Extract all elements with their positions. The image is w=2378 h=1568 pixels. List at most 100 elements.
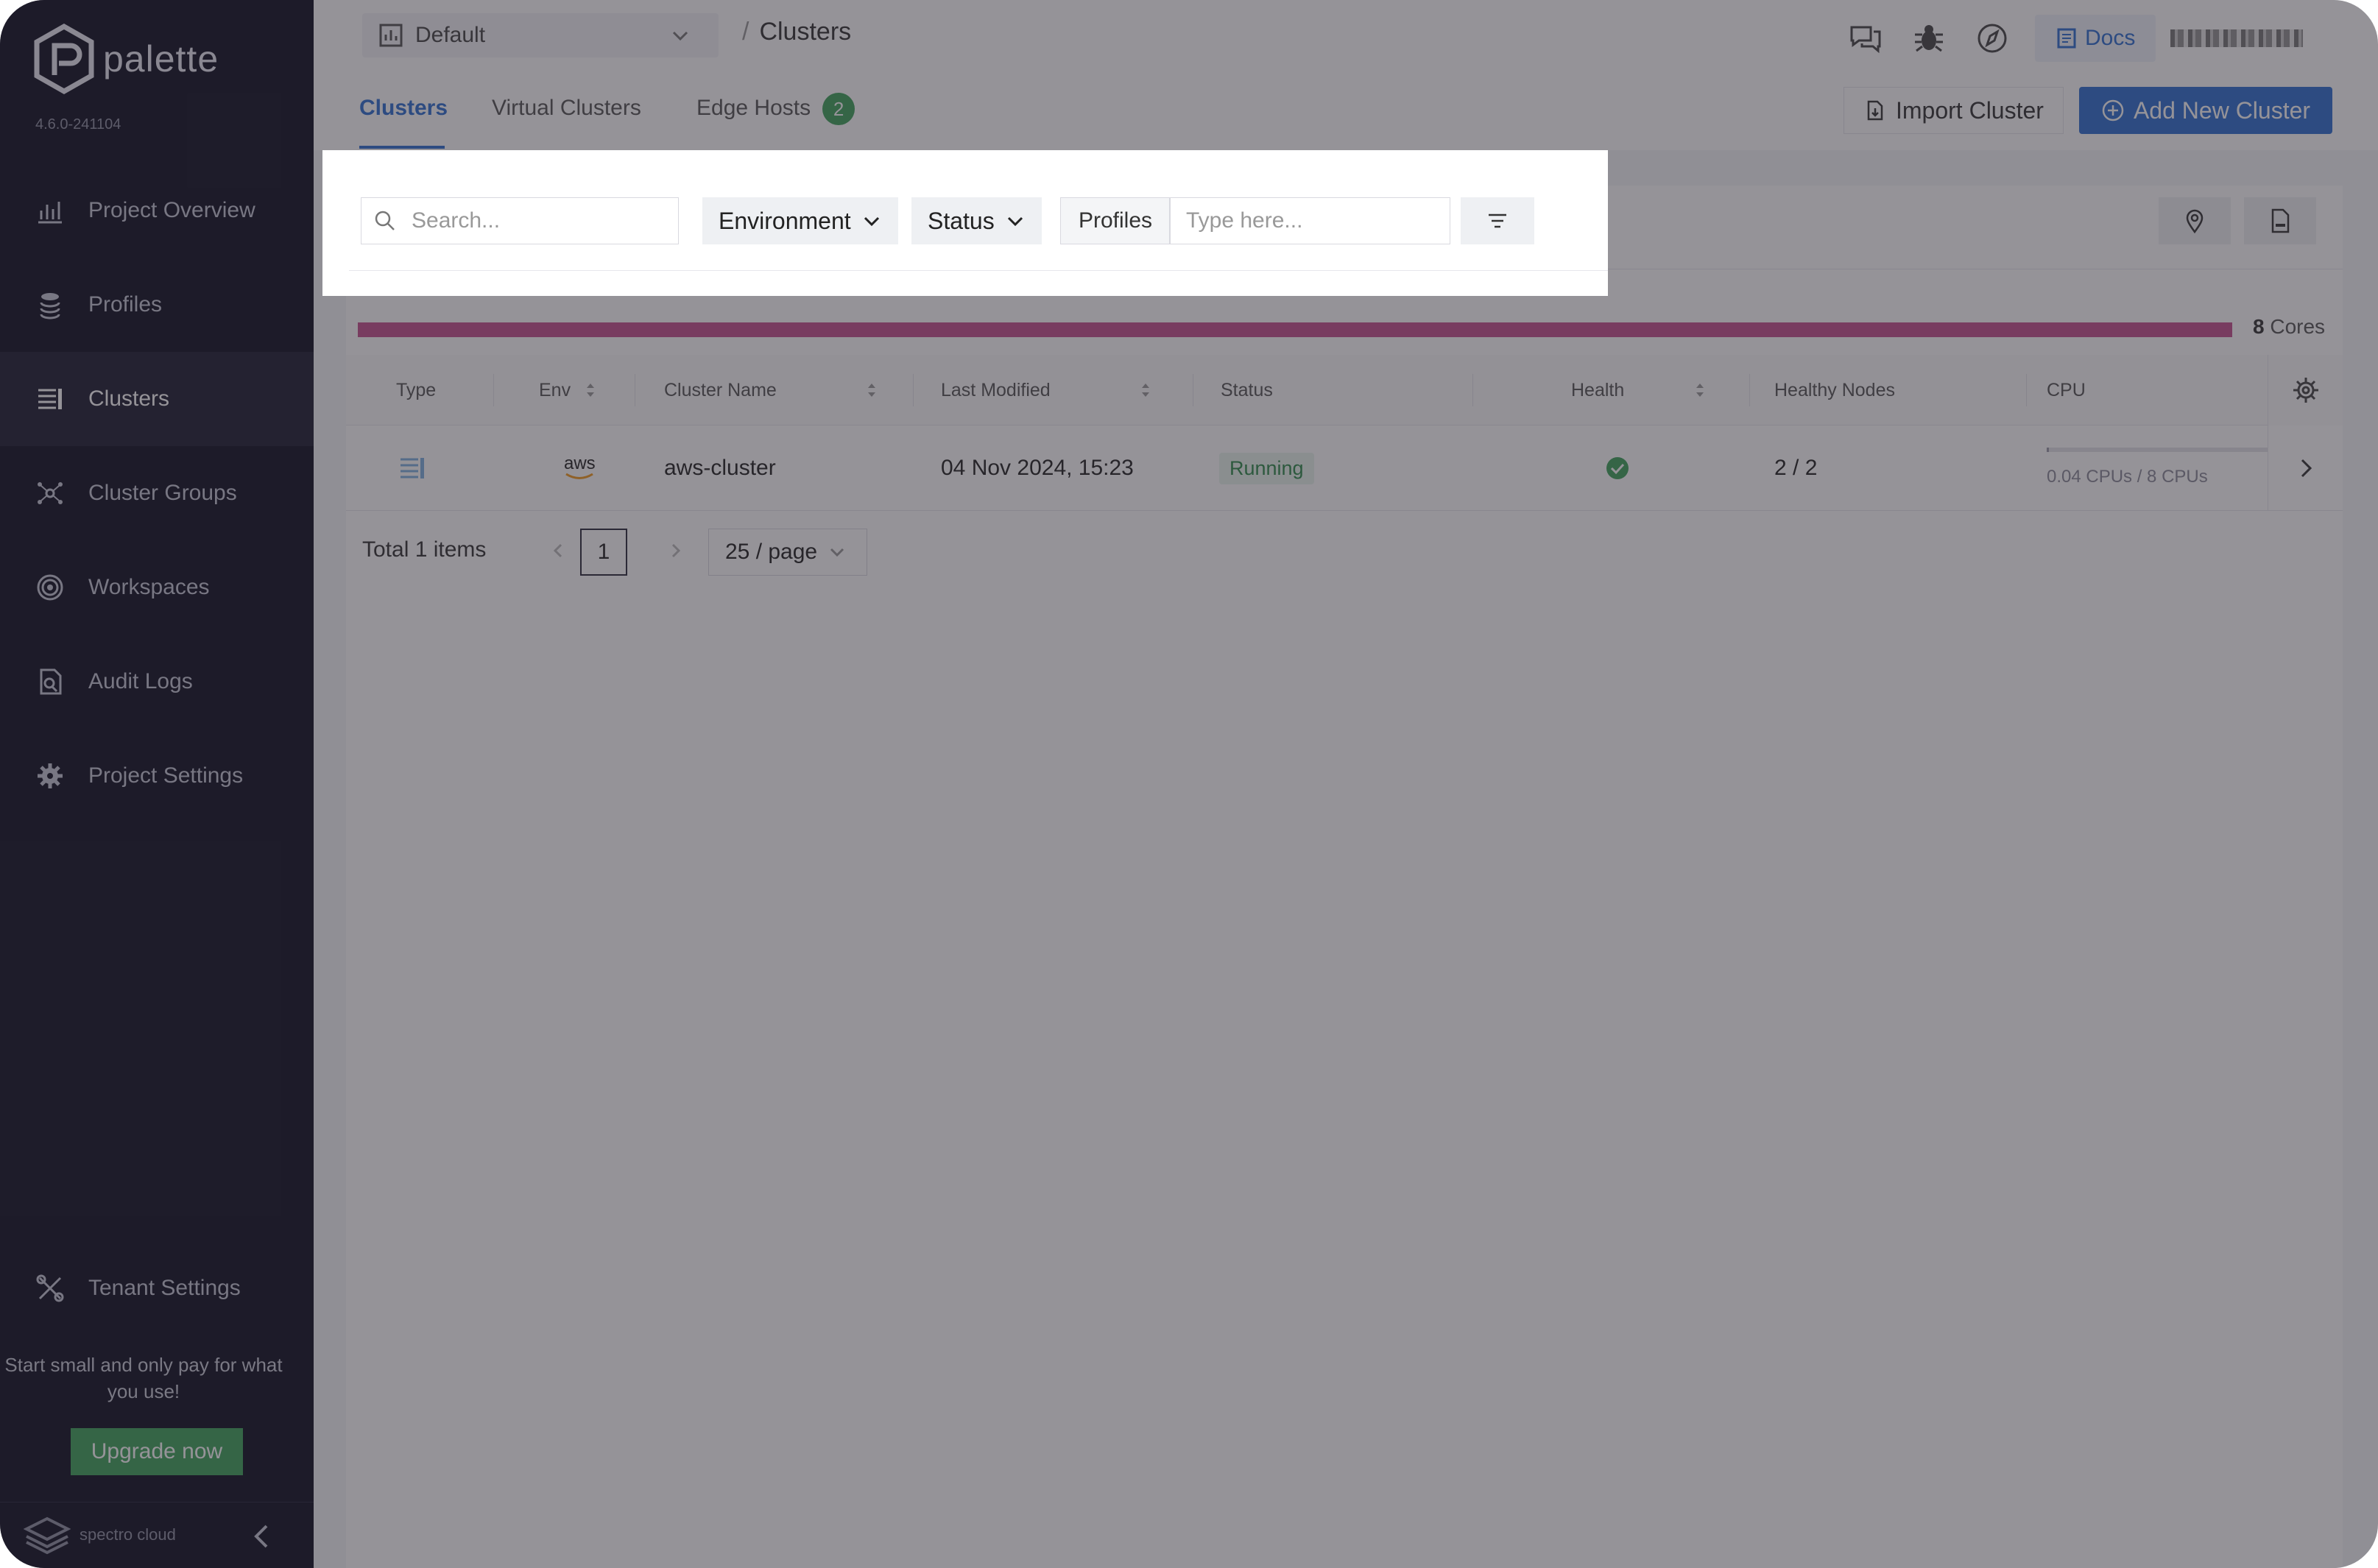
column-settings-button[interactable] <box>2268 355 2343 425</box>
sidebar-item-label: Project Overview <box>88 198 255 222</box>
column-header-env-label: Env <box>539 379 571 400</box>
profiles-filter-input[interactable]: Type here... <box>1169 197 1450 244</box>
sidebar-item-label: Project Settings <box>88 763 244 788</box>
export-csv-button[interactable] <box>2244 197 2316 244</box>
environment-label: Environment <box>719 207 851 234</box>
docs-link[interactable]: Docs <box>2035 15 2156 62</box>
table-row[interactable]: aws aws-cluster 04 Nov 2024, 15:23 Runni… <box>346 425 2343 511</box>
project-icon <box>379 24 403 47</box>
column-header-cluster-name[interactable]: Cluster Name <box>664 355 878 425</box>
project-name: Default <box>415 23 486 47</box>
cores-total: 8 Cores <box>2253 315 2325 339</box>
profiles-filter-label: Profiles <box>1060 197 1171 244</box>
sort-icon <box>1141 384 1149 397</box>
import-cluster-label: Import Cluster <box>1896 96 2044 124</box>
page-size-select[interactable]: 25 / page <box>708 529 867 576</box>
sidebar-item-label: Clusters <box>88 386 170 411</box>
app-window: palette 4.6.0-241104 Project Overview Pr… <box>0 0 2378 1568</box>
column-header-env[interactable]: Env <box>539 355 597 425</box>
sidebar-item-label: Profiles <box>88 292 163 317</box>
sidebar-item-project-settings[interactable]: Project Settings <box>0 729 314 823</box>
column-header-health-label: Health <box>1571 379 1625 400</box>
column-header-health[interactable]: Health <box>1571 355 1707 425</box>
check-circle-icon <box>1606 457 1629 479</box>
cpu-cores-usage-bar <box>358 322 2232 337</box>
column-header-healthy-nodes[interactable]: Healthy Nodes <box>1774 355 1895 425</box>
column-header-last-modified[interactable]: Last Modified <box>941 355 1152 425</box>
import-cluster-button[interactable]: Import Cluster <box>1844 87 2064 134</box>
bug-icon <box>1915 25 1943 52</box>
row-expand-button[interactable] <box>2268 425 2343 511</box>
tab-virtual-clusters[interactable]: Virtual Clusters <box>492 96 641 121</box>
explore-button[interactable] <box>1972 18 2013 59</box>
page-size-value: 25 / page <box>725 540 818 564</box>
docs-label: Docs <box>2085 26 2136 50</box>
map-view-button[interactable] <box>2159 197 2231 244</box>
cpu-usage-text: 0.04 CPUs / 8 CPUs <box>2047 467 2208 487</box>
chat-button[interactable] <box>1845 18 1886 59</box>
next-page-icon[interactable] <box>661 536 691 565</box>
top-icons: Docs <box>1845 15 2304 62</box>
chevron-down-icon <box>864 216 879 227</box>
user-menu-redacted[interactable] <box>2170 29 2304 47</box>
cpu-usage-fill <box>2047 448 2049 452</box>
status-dropdown[interactable]: Status <box>911 197 1042 244</box>
add-new-cluster-button[interactable]: Add New Cluster <box>2079 87 2332 134</box>
sidebar-item-workspaces[interactable]: Workspaces <box>0 540 314 635</box>
cluster-name-cell[interactable]: aws-cluster <box>664 425 776 511</box>
chat-icon <box>1850 26 1881 54</box>
sidebar: palette 4.6.0-241104 Project Overview Pr… <box>0 0 314 1568</box>
upgrade-button[interactable]: Upgrade now <box>71 1428 243 1475</box>
column-header-type[interactable]: Type <box>396 355 436 425</box>
column-header-cpu[interactable]: CPU <box>2047 355 2086 425</box>
gear-icon <box>2293 378 2318 403</box>
advanced-filter-button[interactable] <box>1461 197 1534 244</box>
sidebar-item-label: Workspaces <box>88 575 210 599</box>
search-field[interactable]: Search... <box>361 197 679 244</box>
chevron-down-icon <box>830 548 844 557</box>
sidebar-item-cluster-groups[interactable]: Cluster Groups <box>0 446 314 540</box>
column-header-last-modified-label: Last Modified <box>941 379 1051 400</box>
add-new-cluster-label: Add New Cluster <box>2133 96 2311 124</box>
compass-icon <box>1977 24 2007 53</box>
sidebar-item-profiles[interactable]: Profiles <box>0 258 314 352</box>
last-modified-cell: 04 Nov 2024, 15:23 <box>941 456 1134 480</box>
total-items: Total 1 items <box>362 537 487 562</box>
chevron-down-icon <box>672 31 688 41</box>
bug-report-button[interactable] <box>1908 18 1950 59</box>
active-tab-indicator <box>359 146 445 149</box>
tools-icon <box>36 1274 64 1302</box>
cluster-type-icon <box>401 458 424 478</box>
project-selector[interactable]: Default <box>362 13 719 57</box>
pagination: Total 1 items 1 25 / page <box>346 521 1377 580</box>
filter-bar: Search... Environment Status Profiles Ty… <box>349 186 1608 271</box>
table-header: Type Env Cluster Name Last Modified Stat… <box>346 355 2343 425</box>
sidebar-item-tenant-settings[interactable]: Tenant Settings <box>0 1241 314 1335</box>
gear-icon <box>38 763 63 788</box>
column-header-status[interactable]: Status <box>1221 355 1273 425</box>
sidebar-item-project-overview[interactable]: Project Overview <box>0 163 314 258</box>
chevron-down-icon <box>1007 216 1023 227</box>
brand-name: palette <box>103 38 219 80</box>
workspaces-icon <box>37 574 63 601</box>
sidebar-item-clusters[interactable]: Clusters <box>0 352 314 446</box>
sidebar-footer: spectro cloud <box>0 1502 314 1568</box>
tab-bar: Clusters Virtual Clusters Edge Hosts 2 Im… <box>314 71 2378 150</box>
environment-dropdown[interactable]: Environment <box>702 197 898 244</box>
env-cell: aws <box>564 425 596 511</box>
brand[interactable]: palette <box>32 24 219 94</box>
edge-hosts-count-badge: 2 <box>822 93 855 125</box>
import-file-icon <box>1867 100 1883 121</box>
tab-clusters[interactable]: Clusters <box>359 96 448 121</box>
sidebar-item-audit-logs[interactable]: Audit Logs <box>0 635 314 729</box>
version-label: 4.6.0-241104 <box>35 116 121 133</box>
collapse-sidebar-icon[interactable] <box>250 1522 272 1551</box>
palette-logo-icon <box>34 24 94 94</box>
map-pin-icon <box>2186 209 2204 234</box>
page-number-button[interactable]: 1 <box>580 529 627 576</box>
tab-edge-hosts[interactable]: Edge Hosts 2 <box>696 93 855 125</box>
aws-smile-icon <box>565 473 594 479</box>
healthy-nodes-cell: 2 / 2 <box>1774 456 1818 480</box>
cluster-groups-icon <box>38 482 63 504</box>
prev-page-icon[interactable] <box>543 536 573 565</box>
